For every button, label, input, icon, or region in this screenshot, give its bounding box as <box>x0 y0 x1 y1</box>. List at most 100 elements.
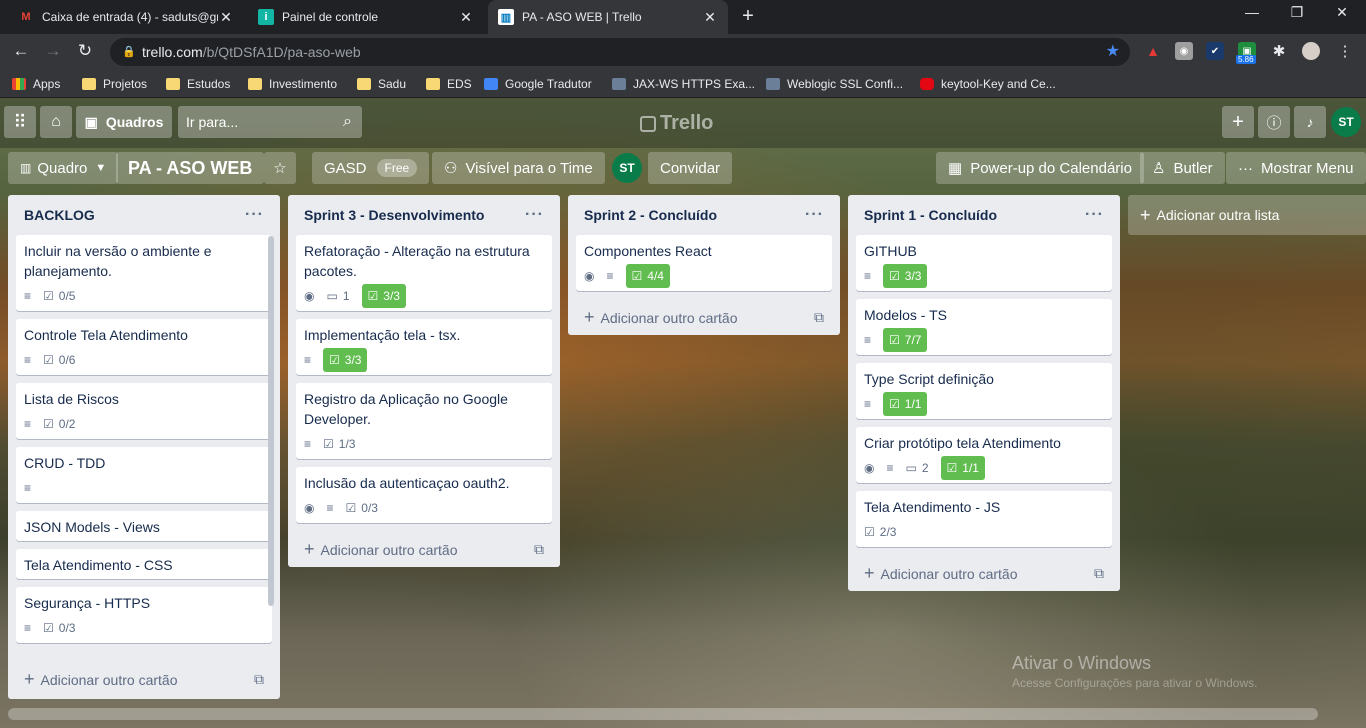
notifications-bell-icon[interactable]: ♪ <box>1294 106 1326 138</box>
card[interactable]: Modelos - TS ≡ ☑ 7/7 <box>856 299 1112 355</box>
restore-icon[interactable]: ❐ <box>1285 4 1309 21</box>
bookmark-investimento[interactable]: Investimento <box>248 75 337 93</box>
template-icon[interactable]: ⧉ <box>534 541 544 558</box>
card-title: JSON Models - Views <box>24 519 160 535</box>
create-button[interactable]: + <box>1222 106 1254 138</box>
bookmark-projetos[interactable]: Projetos <box>82 75 147 93</box>
extension-icon[interactable]: ◉ <box>1175 42 1193 60</box>
bookmark-label: Investimento <box>269 77 338 91</box>
panel-icon: i <box>258 9 274 25</box>
list-menu-icon[interactable]: ··· <box>805 206 824 224</box>
back-icon[interactable]: ← <box>10 41 32 61</box>
board-title[interactable]: PA - ASO WEB <box>116 152 265 184</box>
card[interactable]: CRUD - TDD ≡ <box>16 447 272 503</box>
card[interactable]: GITHUB ≡ ☑ 3/3 <box>856 235 1112 291</box>
bookmark-star-icon[interactable]: ★ <box>1106 38 1120 66</box>
warning-extension-icon[interactable]: ▲ <box>1144 42 1162 60</box>
card[interactable]: JSON Models - Views <box>16 511 272 541</box>
card[interactable]: Type Script definição ≡ ☑ 1/1 <box>856 363 1112 419</box>
template-icon[interactable]: ⧉ <box>814 309 824 326</box>
kebab-menu-icon[interactable]: ⋮ <box>1336 42 1354 60</box>
card[interactable]: Segurança - HTTPS ≡ ☑ 0/3 <box>16 587 272 643</box>
list-scrollbar[interactable] <box>268 236 274 606</box>
folder-icon <box>426 78 440 90</box>
card[interactable]: Tela Atendimento - CSS <box>16 549 272 579</box>
list-menu-icon[interactable]: ··· <box>245 206 264 224</box>
bookmark-keytool[interactable]: keytool-Key and Ce... <box>920 75 1056 93</box>
checkbox-icon: ☑ <box>946 461 958 475</box>
home-icon[interactable]: ⌂ <box>40 106 72 138</box>
check-extension-icon[interactable]: ✔ <box>1206 42 1224 60</box>
board-horizontal-scrollbar[interactable] <box>8 708 1318 720</box>
minimize-icon[interactable]: — <box>1240 4 1264 20</box>
checklist-count: 1/3 <box>338 437 356 451</box>
checklist-badge: ☑ 3/3 <box>323 348 368 372</box>
card-badges: ≡ ☑ 3/3 <box>864 264 1104 288</box>
new-tab-icon[interactable]: + <box>736 5 760 28</box>
card[interactable]: Lista de Riscos ≡ ☑ 0/2 <box>16 383 272 439</box>
trello-logo[interactable]: Trello <box>640 112 713 135</box>
bookmark-estudos[interactable]: Estudos <box>166 75 230 93</box>
list-title[interactable]: Sprint 3 - Desenvolvimento <box>304 207 484 223</box>
boards-button[interactable]: ▣ Quadros <box>76 106 172 138</box>
visibility-button[interactable]: ⚇ Visível para o Time <box>432 152 605 184</box>
profile-avatar[interactable] <box>1302 42 1320 60</box>
checklist-badge: ☑ 4/4 <box>625 264 670 288</box>
bookmark-sadu[interactable]: Sadu <box>357 75 406 93</box>
star-board-icon[interactable]: ☆ <box>264 152 296 184</box>
card[interactable]: Inclusão da autenticaçao oauth2. ◉ ≡ ☑ 0/3 <box>296 467 552 523</box>
card[interactable]: Implementação tela - tsx. ≡ ☑ 3/3 <box>296 319 552 375</box>
show-menu-button[interactable]: ··· Mostrar Menu <box>1226 152 1366 184</box>
close-window-icon[interactable]: ✕ <box>1330 4 1354 21</box>
list-title[interactable]: Sprint 1 - Concluído <box>864 207 997 223</box>
bookmark-google-tradutor[interactable]: Google Tradutor <box>484 75 592 93</box>
checklist-badge: ☑ 1/1 <box>940 456 985 480</box>
list-title[interactable]: Sprint 2 - Concluído <box>584 207 717 223</box>
add-card-button[interactable]: + Adicionar outro cartão ⧉ <box>848 555 1120 591</box>
card[interactable]: Registro da Aplicação no Google Develope… <box>296 383 552 459</box>
invite-button[interactable]: Convidar <box>648 152 733 184</box>
card[interactable]: Tela Atendimento - JS ☑ 2/3 <box>856 491 1112 547</box>
add-card-button[interactable]: + Adicionar outro cartão ⧉ <box>288 531 560 567</box>
bookmark-jaxws[interactable]: JAX-WS HTTPS Exa... <box>612 75 755 93</box>
search-input[interactable]: Ir para... ⌕ <box>178 106 362 138</box>
list-menu-icon[interactable]: ··· <box>525 206 544 224</box>
member-avatar[interactable]: ST <box>612 153 642 183</box>
list-backlog: BACKLOG ··· Incluir na versão o ambiente … <box>8 195 280 699</box>
apps-grid-icon[interactable]: ⠿ <box>4 106 36 138</box>
add-card-button[interactable]: + Adicionar outro cartão ⧉ <box>8 661 280 697</box>
bookmark-apps[interactable]: Apps <box>12 75 60 93</box>
close-icon[interactable]: ✕ <box>218 9 234 26</box>
card[interactable]: Incluir na versão o ambiente e planejame… <box>16 235 272 311</box>
butler-button[interactable]: ♙ Butler <box>1140 152 1225 184</box>
close-icon[interactable]: ✕ <box>702 9 718 26</box>
chart-icon: ▥ <box>20 161 32 175</box>
calendar-powerup-button[interactable]: ▦ Power-up do Calendário <box>936 152 1144 184</box>
template-icon[interactable]: ⧉ <box>254 671 264 688</box>
address-bar[interactable]: 🔒 trello.com/b/QtDSfA1D/pa-aso-web ★ <box>110 38 1130 66</box>
add-card-button[interactable]: + Adicionar outro cartão ⧉ <box>568 299 840 335</box>
tab-painel[interactable]: i Painel de controle ✕ <box>248 0 484 34</box>
card[interactable]: Refatoração - Alteração na estrutura pac… <box>296 235 552 311</box>
tab-gmail[interactable]: M Caixa de entrada (4) - saduts@gr ✕ <box>8 0 244 34</box>
info-icon[interactable]: ⓘ <box>1258 106 1290 138</box>
bookmark-eds[interactable]: EDS <box>426 75 472 93</box>
list-title[interactable]: BACKLOG <box>24 207 95 223</box>
card[interactable]: Criar protótipo tela Atendimento ◉ ≡ ▭ 2 ☑ 1/1 <box>856 427 1112 483</box>
reload-icon[interactable]: ↻ <box>74 41 96 61</box>
user-avatar[interactable]: ST <box>1331 107 1361 137</box>
add-list-button[interactable]: + Adicionar outra lista <box>1128 195 1366 235</box>
forward-icon[interactable]: → <box>42 41 64 61</box>
lock-icon: 🔒 <box>122 46 136 58</box>
card[interactable]: Componentes React ◉ ≡ ☑ 4/4 <box>576 235 832 291</box>
card[interactable]: Controle Tela Atendimento ≡ ☑ 0/6 <box>16 319 272 375</box>
bookmark-weblogic[interactable]: Weblogic SSL Confi... <box>766 75 903 93</box>
close-icon[interactable]: ✕ <box>458 9 474 26</box>
puzzle-icon[interactable]: ✱ <box>1270 42 1288 60</box>
template-icon[interactable]: ⧉ <box>1094 565 1104 582</box>
list-menu-icon[interactable]: ··· <box>1085 206 1104 224</box>
view-switcher[interactable]: ▥ Quadro ▼ <box>8 152 119 184</box>
team-button[interactable]: GASD Free <box>312 152 430 184</box>
checklist-badge: ☑ 1/1 <box>883 392 928 416</box>
tab-trello[interactable]: ▥ PA - ASO WEB | Trello ✕ <box>488 0 728 34</box>
